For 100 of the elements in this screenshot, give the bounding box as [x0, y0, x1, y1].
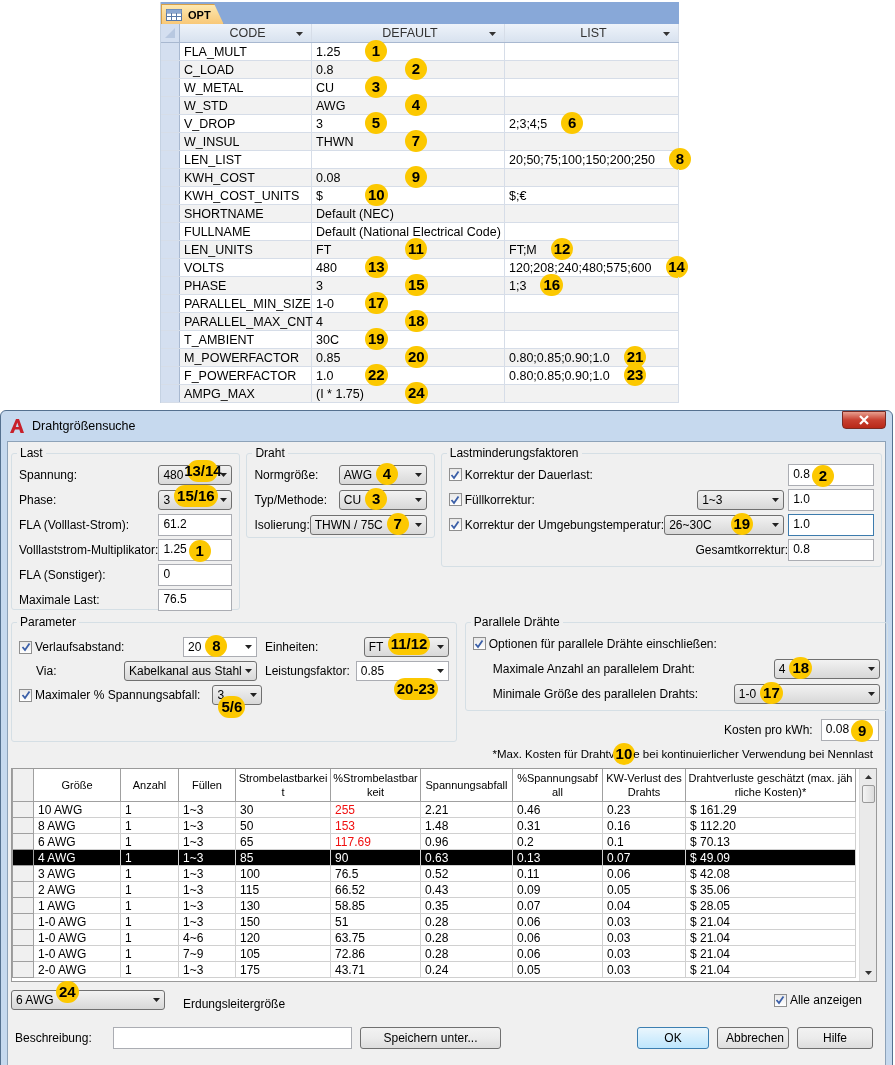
table-row[interactable]: 6 AWG 1 1~3 65 117.69 0.96 0.2 0.1 $ 70.13 — [12, 833, 856, 850]
row-selector[interactable] — [161, 79, 180, 96]
row-selector[interactable] — [161, 295, 180, 312]
combo-field[interactable]: 0.85 — [355, 661, 449, 681]
table-cell: $ 42.08 — [685, 865, 856, 882]
text-field[interactable]: 1.25 1 — [158, 538, 233, 561]
table-row[interactable]: 2-0 AWG 1 1~3 175 43.71 0.24 0.05 0.03 $ 21.04 — [12, 961, 856, 978]
table-row[interactable]: 3 AWG 1 1~3 100 76.5 0.52 0.11 0.06 $ 42.08 — [12, 865, 856, 882]
table-row[interactable]: 2 AWG 1 1~3 115 66.52 0.43 0.09 0.05 $ 35.06 — [12, 881, 856, 898]
text-field[interactable]: 1.0 — [788, 488, 875, 511]
dialog-button[interactable]: Abbrechen — [717, 1027, 789, 1049]
column-header[interactable]: KW-Verlust des Drahts — [602, 769, 686, 802]
table-cell: V_DROP — [184, 115, 236, 132]
scrollbar[interactable] — [859, 769, 876, 981]
row-selector[interactable] — [161, 223, 180, 240]
row-selector[interactable] — [161, 61, 180, 78]
row-selector[interactable] — [161, 313, 180, 330]
row-selector[interactable] — [161, 367, 180, 384]
column-header[interactable]: Größe — [33, 769, 121, 802]
row-selector[interactable] — [161, 187, 180, 204]
row-selector[interactable] — [161, 151, 180, 168]
checkbox[interactable] — [19, 688, 32, 702]
dropdown[interactable]: Kabelkanal aus Stahl — [124, 661, 257, 681]
callout-badge: 4 — [375, 462, 398, 485]
combo-field[interactable]: 20 8 — [183, 637, 257, 657]
checkbox[interactable] — [448, 518, 462, 531]
dropdown[interactable]: CU 3 — [338, 489, 427, 510]
column-header[interactable]: Strombelastbarkeit — [235, 769, 331, 802]
row-selector[interactable] — [161, 277, 180, 294]
table-cell: 0.03 — [602, 945, 686, 962]
table-cell: 1~3 — [178, 801, 236, 818]
row-selector[interactable] — [161, 115, 180, 132]
column-header[interactable]: Füllen — [178, 769, 236, 802]
table-cell: $ 35.06 — [685, 881, 856, 898]
table-cell: $;€ — [509, 187, 527, 204]
close-button[interactable] — [842, 411, 886, 429]
row-selector[interactable] — [161, 97, 180, 114]
text-field[interactable]: 76.5 — [158, 588, 233, 611]
callout-badge: 18 — [789, 656, 813, 679]
dialog-button[interactable]: Hilfe — [797, 1027, 873, 1049]
table-row[interactable]: 8 AWG 1 1~3 50 153 1.48 0.31 0.16 $ 112.20 — [12, 817, 856, 834]
column-header[interactable]: LIST — [505, 24, 679, 42]
table-cell: $ 112.20 — [685, 817, 856, 834]
column-header[interactable]: %Spannungsabfall — [512, 769, 603, 802]
text-field[interactable]: 0.08 9 — [820, 719, 879, 741]
caret-icon — [772, 522, 780, 527]
checkbox[interactable] — [19, 640, 32, 654]
text-field[interactable]: 0.8 2 — [788, 463, 875, 486]
table-cell: M_POWERFACTOR — [184, 349, 300, 366]
row-selector[interactable] — [161, 241, 180, 258]
row-selector[interactable] — [161, 385, 180, 402]
callout-badge: 19 — [730, 512, 754, 535]
checkbox[interactable] — [448, 493, 462, 506]
dropdown[interactable]: 1-0 17 — [733, 683, 880, 704]
table-cell: 117.69 — [330, 833, 421, 850]
dropdown[interactable]: THWN / 75C 7 — [309, 514, 427, 535]
text-field[interactable]: 0 — [158, 563, 233, 586]
text-field[interactable]: 61.2 — [158, 513, 233, 536]
column-header[interactable]: CODE — [180, 24, 312, 42]
table-row[interactable]: 1-0 AWG 1 4~6 120 63.75 0.28 0.06 0.03 $ 21.04 — [12, 929, 856, 946]
checkbox[interactable] — [472, 637, 486, 650]
checkbox[interactable] — [448, 468, 462, 481]
column-header[interactable]: Drahtverluste geschätzt (max. jährliche Kosten)* — [685, 769, 856, 802]
table-cell: 1 — [120, 913, 179, 930]
column-header[interactable]: %Strombelastbarkeit — [330, 769, 421, 802]
callout-badge: 18 — [405, 310, 428, 332]
row-selector[interactable] — [161, 43, 180, 60]
text-field[interactable] — [113, 1027, 352, 1049]
row-selector[interactable] — [161, 169, 180, 186]
text-field[interactable]: 0.8 — [788, 538, 875, 561]
table-row[interactable]: 4 AWG 1 1~3 85 90 0.63 0.13 0.07 $ 49.09 — [12, 849, 856, 866]
table-row[interactable]: 1 AWG 1 1~3 130 58.85 0.35 0.07 0.04 $ 28.05 — [12, 897, 856, 914]
column-header[interactable]: Anzahl — [120, 769, 179, 802]
row-selector[interactable] — [161, 331, 180, 348]
table-tab[interactable]: OPT — [161, 4, 224, 24]
down-arrow-icon[interactable] — [864, 971, 872, 975]
dialog-button[interactable]: OK — [637, 1027, 709, 1049]
text-field[interactable]: 1.0 — [788, 513, 875, 536]
table-row[interactable]: 1-0 AWG 1 7~9 105 72.86 0.28 0.06 0.03 $ 21.04 — [12, 945, 856, 962]
scroll-thumb[interactable] — [861, 785, 875, 803]
table-cell: 1-0 AWG — [33, 929, 121, 946]
dropdown[interactable]: AWG 4 — [338, 464, 427, 485]
select-all-corner[interactable] — [161, 24, 180, 42]
row-selector[interactable] — [161, 205, 180, 222]
table-row[interactable]: 10 AWG 1 1~3 30 255 2.21 0.46 0.23 $ 161.29 — [12, 801, 856, 818]
row-selector[interactable] — [161, 133, 180, 150]
dropdown[interactable]: 1~3 — [697, 489, 785, 510]
dropdown[interactable]: 4 18 — [773, 658, 880, 679]
table-cell: 0.8 — [316, 61, 334, 78]
table-cell: 0.24 — [420, 961, 513, 978]
row-selector[interactable] — [161, 349, 180, 366]
checkbox[interactable] — [773, 993, 787, 1007]
dialog-button[interactable]: Speichern unter... — [360, 1027, 501, 1049]
row-selector[interactable] — [161, 259, 180, 276]
table-row[interactable]: 1-0 AWG 1 1~3 150 51 0.28 0.06 0.03 $ 21.04 — [12, 913, 856, 930]
dropdown[interactable]: 26~30C 19 — [664, 514, 785, 535]
field-label: Leistungsfaktor: — [265, 664, 350, 678]
up-arrow-icon[interactable] — [864, 775, 872, 779]
table-cell: 0.96 — [420, 833, 513, 850]
column-header[interactable]: Spannungsabfall — [420, 769, 513, 802]
